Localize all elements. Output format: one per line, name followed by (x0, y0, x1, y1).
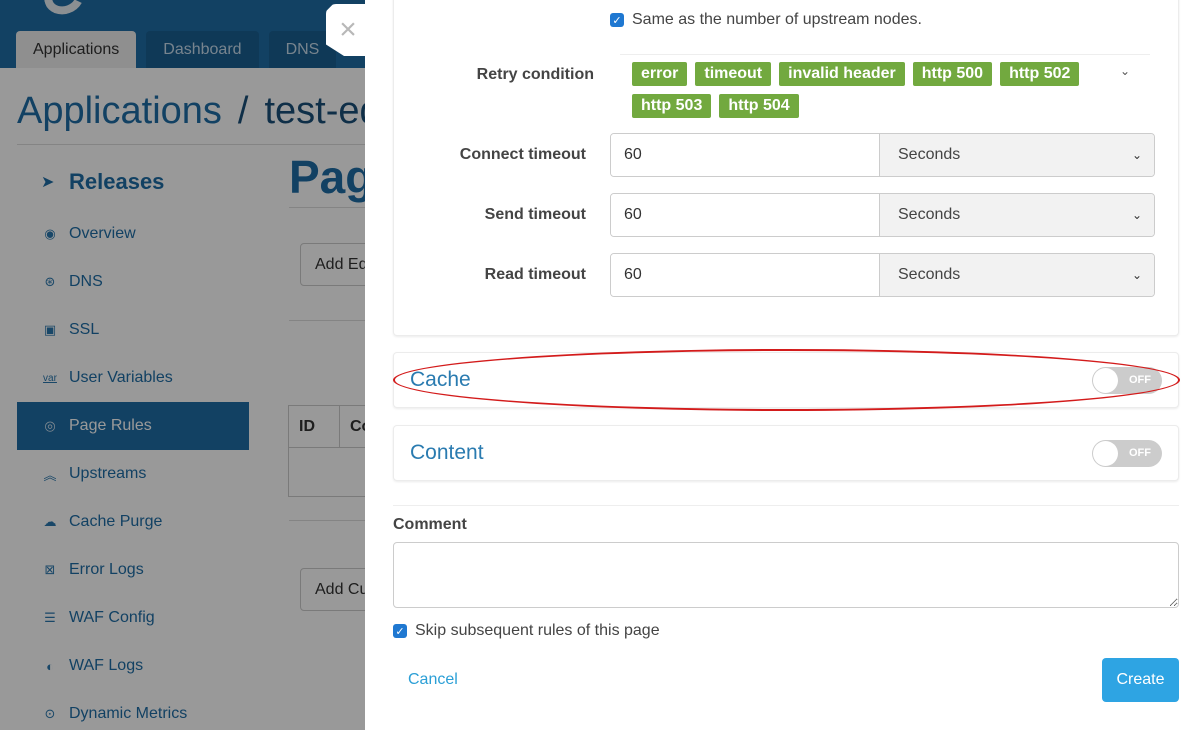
unit-value: Seconds (898, 146, 961, 163)
connect-timeout-unit-select[interactable]: Seconds ⌄ (880, 134, 1154, 176)
read-timeout-input[interactable] (611, 254, 880, 296)
read-timeout-label: Read timeout (484, 266, 586, 283)
divider (620, 54, 1150, 55)
toggle-state: OFF (1129, 373, 1151, 386)
send-timeout-group: Seconds ⌄ (610, 193, 1155, 237)
retry-tag[interactable]: http 500 (912, 62, 993, 86)
toggle-state: OFF (1129, 446, 1151, 459)
create-button[interactable]: Create (1102, 658, 1179, 702)
send-timeout-unit-select[interactable]: Seconds ⌄ (880, 194, 1154, 236)
toggle-knob (1093, 440, 1118, 466)
read-timeout-group: Seconds ⌄ (610, 253, 1155, 297)
chevron-down-icon: ⌄ (1131, 148, 1142, 162)
chevron-down-icon: ⌄ (1131, 208, 1142, 222)
skip-rules-label: Skip subsequent rules of this page (415, 622, 660, 639)
retry-tag[interactable]: http 504 (719, 94, 799, 118)
cache-section: Cache OFF (393, 352, 1179, 408)
cancel-button[interactable]: Cancel (408, 671, 458, 689)
cache-toggle[interactable]: OFF (1092, 366, 1162, 394)
same-as-upstream-label: Same as the number of upstream nodes. (632, 11, 922, 28)
retry-condition-select[interactable]: error timeout invalid header http 500 ht… (632, 62, 1102, 118)
chevron-down-icon[interactable]: ⌄ (1120, 64, 1130, 78)
skip-rules-checkbox-row[interactable]: ✓ Skip subsequent rules of this page (393, 622, 660, 640)
proxy-settings-panel: ✓ Same as the number of upstream nodes. … (393, 0, 1179, 336)
retry-tag[interactable]: invalid header (779, 62, 905, 86)
comment-textarea[interactable] (393, 542, 1179, 608)
page-rule-drawer: ✓ Same as the number of upstream nodes. … (365, 0, 1184, 730)
unit-value: Seconds (898, 206, 961, 223)
retry-condition-label: Retry condition (476, 66, 594, 83)
retry-tag[interactable]: http 503 (632, 94, 712, 118)
send-timeout-label: Send timeout (484, 206, 586, 223)
retry-tag[interactable]: http 502 (1000, 62, 1080, 86)
content-section: Content OFF (393, 425, 1179, 481)
content-section-title: Content (410, 441, 484, 464)
read-timeout-unit-select[interactable]: Seconds ⌄ (880, 254, 1154, 296)
content-toggle[interactable]: OFF (1092, 439, 1162, 467)
chevron-down-icon: ⌄ (1131, 268, 1142, 282)
toggle-knob (1093, 367, 1118, 393)
comment-label: Comment (393, 516, 467, 533)
checkbox-checked[interactable]: ✓ (610, 13, 624, 27)
retry-tag[interactable]: timeout (695, 62, 772, 86)
same-as-upstream-checkbox-row[interactable]: ✓ Same as the number of upstream nodes. (610, 11, 922, 29)
unit-value: Seconds (898, 266, 961, 283)
divider (393, 505, 1179, 506)
connect-timeout-group: Seconds ⌄ (610, 133, 1155, 177)
connect-timeout-label: Connect timeout (459, 146, 586, 163)
send-timeout-input[interactable] (611, 194, 880, 236)
cache-section-title: Cache (410, 368, 471, 391)
close-icon: × (339, 13, 357, 46)
connect-timeout-input[interactable] (611, 134, 880, 176)
checkbox-checked[interactable]: ✓ (393, 624, 407, 638)
retry-tag[interactable]: error (632, 62, 688, 86)
